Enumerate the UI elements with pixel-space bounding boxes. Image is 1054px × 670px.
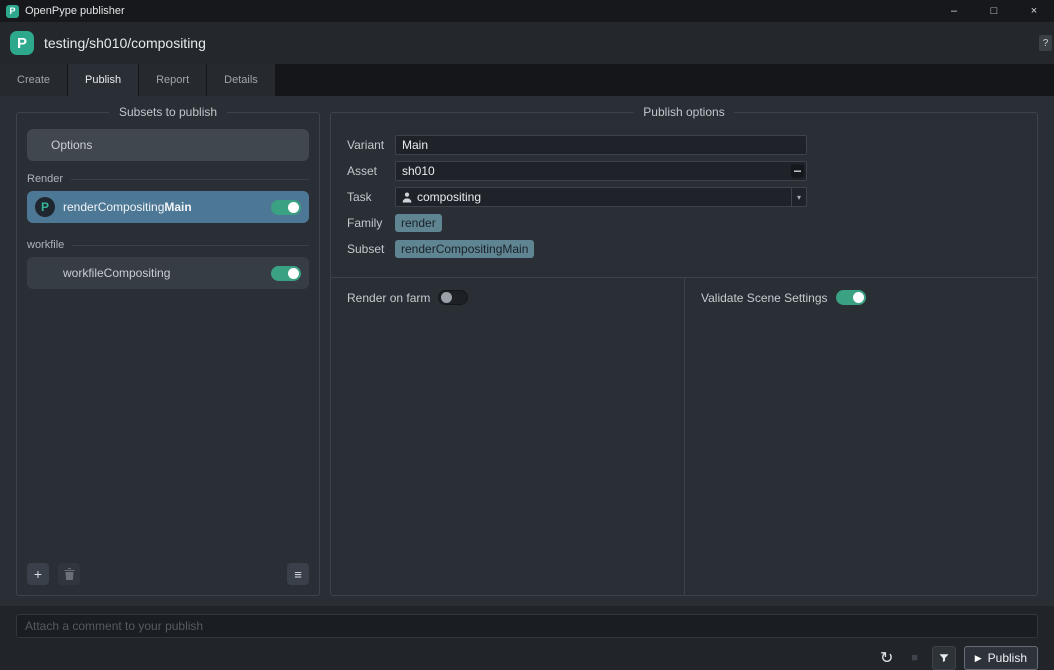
asset-row: Asset — [347, 161, 1021, 181]
menu-icon: ≡ — [294, 567, 302, 582]
family-label: Family — [347, 216, 395, 230]
asset-picker-icon[interactable] — [791, 165, 804, 178]
stop-button[interactable]: ■ — [906, 646, 924, 670]
plugin-options-section: Render on farm Validate Scene Settings — [331, 277, 1037, 595]
subsets-panel: Subsets to publish Options Render P rend… — [16, 112, 320, 596]
subset-item-rendercompositingmain[interactable]: P renderCompositingMain — [27, 191, 309, 223]
filter-button[interactable] — [932, 646, 956, 670]
subset-row: Subset renderCompositingMain — [347, 239, 1021, 259]
render-options-column: Render on farm — [331, 278, 684, 595]
openpype-publisher-window: P OpenPype publisher – □ × P testing/sh0… — [0, 0, 1054, 670]
refresh-button[interactable]: ↻ — [876, 646, 898, 670]
tab-create[interactable]: Create — [0, 64, 67, 96]
openpype-logo-icon: P — [35, 197, 55, 217]
validate-scene-settings-row: Validate Scene Settings — [701, 290, 1021, 305]
tab-details[interactable]: Details — [207, 64, 275, 96]
openpype-logo-icon: P — [10, 31, 34, 55]
variant-label: Variant — [347, 138, 395, 152]
publish-options-form: Variant Asset Task — [331, 123, 1037, 265]
window-title: OpenPype publisher — [25, 5, 125, 17]
group-divider — [71, 179, 309, 180]
actions-bar: ↻ ■ ▶ Publish — [0, 638, 1054, 670]
maximize-button[interactable]: □ — [974, 0, 1014, 22]
titlebar: P OpenPype publisher – □ × — [0, 0, 1054, 22]
group-divider — [72, 245, 309, 246]
group-header-render: Render — [27, 173, 309, 185]
publish-options-title: Publish options — [633, 105, 734, 119]
subset-menu-button[interactable]: ≡ — [287, 563, 309, 585]
render-on-farm-row: Render on farm — [347, 290, 668, 305]
task-row: Task compositing ▾ — [347, 187, 1021, 207]
openpype-logo-icon: P — [6, 5, 19, 18]
app-header: P testing/sh010/compositing ? — [0, 22, 1054, 64]
subset-label: Subset — [347, 242, 395, 256]
window-controls: – □ × — [934, 0, 1054, 22]
minimize-button[interactable]: – — [934, 0, 974, 22]
variant-row: Variant — [347, 135, 1021, 155]
refresh-icon: ↻ — [880, 650, 893, 667]
delete-subset-button[interactable] — [58, 563, 80, 585]
task-value: compositing — [417, 190, 481, 204]
task-label: Task — [347, 190, 395, 204]
person-icon — [402, 192, 412, 203]
subset-enable-toggle[interactable] — [271, 200, 301, 215]
task-dropdown[interactable]: compositing ▾ — [395, 187, 807, 207]
group-header-workfile: workfile — [27, 239, 309, 251]
validate-options-column: Validate Scene Settings — [684, 278, 1037, 595]
options-button[interactable]: Options — [27, 129, 309, 161]
trash-icon — [64, 568, 75, 580]
subset-item-workfilecompositing[interactable]: workfileCompositing — [27, 257, 309, 289]
group-label-workfile: workfile — [27, 239, 64, 251]
add-subset-button[interactable]: + — [27, 563, 49, 585]
render-on-farm-label: Render on farm — [347, 291, 430, 305]
subset-badge: renderCompositingMain — [395, 240, 534, 258]
play-icon: ▶ — [975, 653, 982, 664]
subset-enable-toggle[interactable] — [271, 266, 301, 281]
asset-input[interactable] — [395, 161, 807, 181]
publish-button-label: Publish — [988, 651, 1027, 665]
render-on-farm-toggle[interactable] — [438, 290, 468, 305]
help-button[interactable]: ? — [1039, 35, 1052, 51]
publish-options-panel: Publish options Variant Asset — [330, 112, 1038, 596]
subsets-panel-footer: + ≡ — [27, 563, 309, 585]
variant-input[interactable] — [395, 135, 807, 155]
validate-scene-settings-label: Validate Scene Settings — [701, 291, 828, 305]
chevron-down-icon[interactable]: ▾ — [791, 188, 806, 206]
family-row: Family render — [347, 213, 1021, 233]
subset-item-label: workfileCompositing — [63, 266, 263, 280]
group-label-render: Render — [27, 173, 63, 185]
publish-button[interactable]: ▶ Publish — [964, 646, 1038, 670]
family-badge: render — [395, 214, 442, 232]
filter-icon — [938, 652, 950, 664]
subset-item-label: renderCompositingMain — [63, 200, 263, 214]
comment-input[interactable] — [16, 614, 1038, 638]
tab-report[interactable]: Report — [139, 64, 206, 96]
tab-bar: Create Publish Report Details — [0, 64, 1054, 96]
plus-icon: + — [34, 566, 42, 582]
comment-bar — [0, 606, 1054, 638]
subsets-panel-title: Subsets to publish — [109, 105, 227, 119]
close-button[interactable]: × — [1014, 0, 1054, 22]
validate-scene-settings-toggle[interactable] — [836, 290, 866, 305]
main-content: Subsets to publish Options Render P rend… — [0, 96, 1054, 606]
tab-publish[interactable]: Publish — [68, 64, 138, 96]
context-breadcrumb: testing/sh010/compositing — [44, 35, 206, 51]
stop-icon: ■ — [911, 652, 918, 664]
asset-label: Asset — [347, 164, 395, 178]
